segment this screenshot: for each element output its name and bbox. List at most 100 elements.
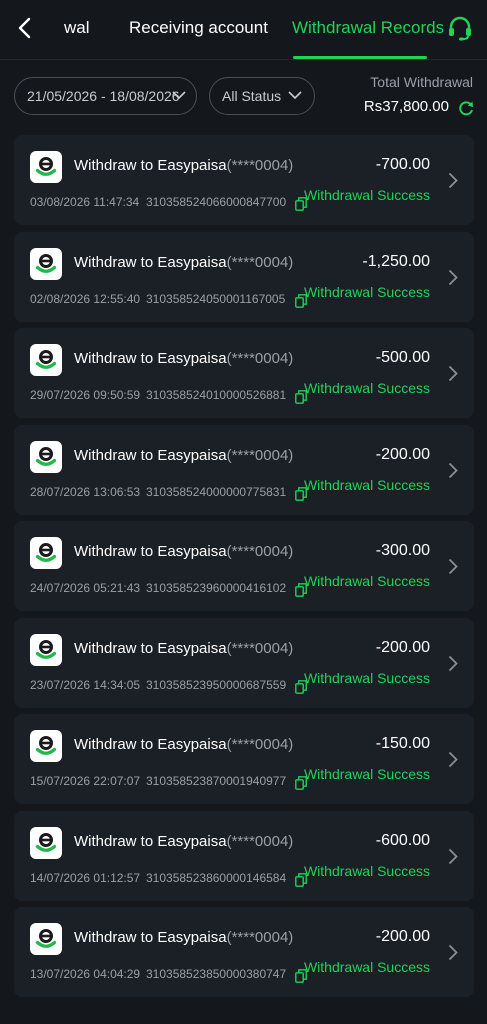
record-timestamp: 02/08/2026 12:55:40 [30, 292, 141, 306]
withdrawal-record[interactable]: Withdraw to Easypaisa(****0004) -200.00 … [14, 907, 474, 997]
date-range-filter[interactable]: 21/05/2026 - 18/08/2026 [14, 77, 197, 115]
record-status: Withdrawal Success [303, 477, 430, 493]
withdrawal-record[interactable]: Withdraw to Easypaisa(****0004) -300.00 … [14, 521, 474, 611]
chevron-right-icon[interactable] [448, 558, 458, 575]
total-withdrawal-amount: Rs37,800.00 [363, 98, 449, 115]
record-amount: -200.00 [375, 928, 430, 945]
easypaisa-logo [30, 441, 62, 473]
easypaisa-logo [30, 344, 62, 376]
record-status: Withdrawal Success [303, 863, 430, 879]
account-mask: (****0004) [226, 640, 294, 657]
record-title-text: Withdraw to Easypaisa [74, 736, 227, 753]
record-title-text: Withdraw to Easypaisa [74, 929, 227, 946]
withdrawal-record[interactable]: Withdraw to Easypaisa(****0004) -700.00 … [14, 135, 474, 225]
record-title-text: Withdraw to Easypaisa [74, 833, 227, 850]
easypaisa-logo [30, 730, 62, 762]
record-amount: -700.00 [375, 156, 430, 173]
record-timestamp: 28/07/2026 13:06:53 [30, 485, 141, 499]
account-mask: (****0004) [226, 447, 294, 464]
status-filter[interactable]: All Status [209, 77, 315, 115]
record-timestamp: 15/07/2026 22:07:07 [30, 774, 141, 788]
refresh-icon[interactable] [457, 99, 475, 117]
record-amount: -300.00 [375, 542, 430, 559]
easypaisa-logo [30, 634, 62, 666]
chevron-down-icon [288, 91, 302, 100]
record-amount: -1,250.00 [362, 253, 430, 270]
account-mask: (****0004) [226, 254, 294, 271]
record-order-id: 310358524010000526881 [146, 388, 287, 402]
record-status: Withdrawal Success [303, 959, 430, 975]
easypaisa-logo [30, 923, 62, 955]
record-title: Withdraw to Easypaisa(****0004) [74, 157, 293, 174]
chevron-right-icon[interactable] [448, 462, 458, 479]
record-amount: -150.00 [375, 735, 430, 752]
tab-withdrawal-records[interactable]: Withdrawal Records [292, 17, 444, 39]
status-filter-value: All Status [222, 88, 282, 104]
chevron-right-icon[interactable] [448, 365, 458, 382]
record-title: Withdraw to Easypaisa(****0004) [74, 736, 293, 753]
record-amount: -500.00 [375, 349, 430, 366]
withdrawal-record[interactable]: Withdraw to Easypaisa(****0004) -500.00 … [14, 328, 474, 418]
record-title: Withdraw to Easypaisa(****0004) [74, 833, 293, 850]
top-bar: wal Receiving account Withdrawal Records [0, 0, 487, 59]
chevron-left-icon[interactable] [14, 16, 36, 40]
record-order-id: 310358523960000416102 [146, 581, 287, 595]
record-title: Withdraw to Easypaisa(****0004) [74, 447, 293, 464]
withdrawal-record[interactable]: Withdraw to Easypaisa(****0004) -1,250.0… [14, 232, 474, 322]
chevron-right-icon[interactable] [448, 848, 458, 865]
record-title-text: Withdraw to Easypaisa [74, 350, 227, 367]
withdrawal-record[interactable]: Withdraw to Easypaisa(****0004) -200.00 … [14, 425, 474, 515]
record-amount: -200.00 [375, 446, 430, 463]
record-order-id: 310358524000000775831 [146, 485, 287, 499]
record-status: Withdrawal Success [303, 670, 430, 686]
record-timestamp: 03/08/2026 11:47:34 [30, 195, 140, 209]
record-status: Withdrawal Success [303, 573, 430, 589]
total-withdrawal-label: Total Withdrawal [370, 74, 473, 90]
record-status: Withdrawal Success [303, 187, 430, 203]
chevron-right-icon[interactable] [448, 655, 458, 672]
record-title-text: Withdraw to Easypaisa [74, 157, 227, 174]
account-mask: (****0004) [226, 543, 294, 560]
tab-wal[interactable]: wal [64, 17, 90, 39]
record-title-text: Withdraw to Easypaisa [74, 254, 227, 271]
record-timestamp: 24/07/2026 05:21:43 [30, 581, 141, 595]
record-status: Withdrawal Success [303, 766, 430, 782]
header-divider [0, 59, 487, 60]
record-timestamp: 14/07/2026 01:12:57 [30, 871, 141, 885]
tab-receiving-account[interactable]: Receiving account [129, 17, 268, 39]
record-amount: -200.00 [375, 639, 430, 656]
chevron-right-icon[interactable] [448, 172, 458, 189]
record-order-id: 310358524066000847700 [146, 195, 287, 209]
record-order-id: 310358523860000146584 [146, 871, 287, 885]
record-title: Withdraw to Easypaisa(****0004) [74, 254, 293, 271]
account-mask: (****0004) [226, 350, 294, 367]
record-order-id: 310358523850000380747 [146, 967, 287, 981]
withdrawal-record[interactable]: Withdraw to Easypaisa(****0004) -150.00 … [14, 714, 474, 804]
account-mask: (****0004) [226, 929, 294, 946]
account-mask: (****0004) [226, 833, 294, 850]
record-order-id: 310358523950000687559 [146, 678, 287, 692]
record-timestamp: 13/07/2026 04:04:29 [30, 967, 141, 981]
record-status: Withdrawal Success [303, 284, 430, 300]
chevron-down-icon [172, 91, 186, 100]
record-timestamp: 23/07/2026 14:34:05 [30, 678, 141, 692]
record-timestamp: 29/07/2026 09:50:59 [30, 388, 141, 402]
record-status: Withdrawal Success [303, 380, 430, 396]
headset-icon[interactable] [446, 14, 474, 42]
easypaisa-logo [30, 537, 62, 569]
chevron-right-icon[interactable] [448, 269, 458, 286]
withdrawal-record[interactable]: Withdraw to Easypaisa(****0004) -600.00 … [14, 811, 474, 901]
record-title: Withdraw to Easypaisa(****0004) [74, 929, 293, 946]
withdrawal-record[interactable]: Withdraw to Easypaisa(****0004) -200.00 … [14, 618, 474, 708]
record-order-id: 310358524050001167005 [146, 292, 286, 306]
chevron-right-icon[interactable] [448, 944, 458, 961]
record-order-id: 310358523870001940977 [146, 774, 287, 788]
record-title-text: Withdraw to Easypaisa [74, 543, 227, 560]
account-mask: (****0004) [226, 157, 294, 174]
record-amount: -600.00 [375, 832, 430, 849]
account-mask: (****0004) [226, 736, 294, 753]
chevron-right-icon[interactable] [448, 751, 458, 768]
record-title: Withdraw to Easypaisa(****0004) [74, 640, 293, 657]
record-title-text: Withdraw to Easypaisa [74, 447, 227, 464]
record-title-text: Withdraw to Easypaisa [74, 640, 227, 657]
